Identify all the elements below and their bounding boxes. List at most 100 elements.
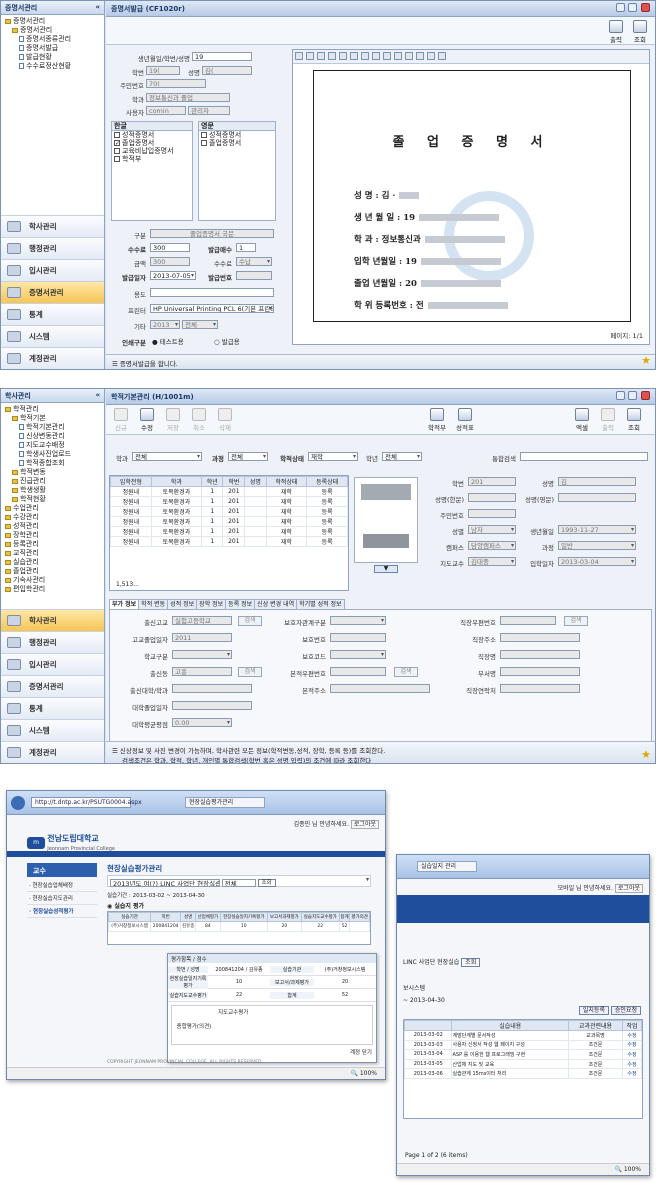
printer-select[interactable]: HP Universal Printing PCL 6(기본 프린터 [150, 304, 274, 313]
status-select[interactable]: 전체 [221, 878, 256, 887]
tree-item[interactable]: 학적현황 [5, 495, 100, 504]
form-field[interactable] [500, 616, 556, 625]
tree-item[interactable]: 실습관리 [5, 558, 100, 567]
issue-date-picker[interactable]: 2013-07-05 [150, 271, 196, 280]
table-row[interactable]: 정원내 토목환경과 1 201 재학 등록 [110, 506, 348, 517]
minimize-button[interactable] [616, 3, 625, 12]
print-icon[interactable] [306, 52, 314, 60]
tree-item[interactable]: 학적종합조회 [5, 459, 100, 468]
tree-item[interactable]: 학적기본 [5, 414, 100, 423]
tree-item[interactable]: 증명서관리 [5, 17, 100, 26]
detail-field[interactable]: 남자 [468, 525, 516, 534]
tree-item[interactable]: 수강관리 [5, 513, 100, 522]
nav-item[interactable]: 학사관리 [1, 609, 104, 631]
tree-item[interactable]: 기숙사관리 [5, 576, 100, 585]
toolbar-button[interactable]: 수정 [136, 408, 158, 432]
restore-button[interactable] [628, 391, 637, 400]
detail-field[interactable]: 1993-11-27 [558, 525, 636, 534]
unified-search-input[interactable] [520, 452, 648, 461]
back-icon[interactable] [11, 796, 25, 810]
tab-7[interactable]: 학기별 성적 정보 [296, 599, 345, 609]
next-page-icon[interactable] [372, 52, 380, 60]
logout-button[interactable]: 로그아웃 [350, 820, 379, 829]
cert-checkbox[interactable]: 성적증명서 [112, 131, 192, 139]
dept-filter-select[interactable]: 전체 [132, 452, 202, 461]
tree-item[interactable]: 학적변동 [5, 468, 100, 477]
last-page-icon[interactable] [383, 52, 391, 60]
form-field[interactable] [172, 650, 232, 659]
cert-checkbox[interactable]: ✓ 졸업증명서 [112, 139, 192, 147]
form-field[interactable] [330, 684, 430, 693]
tree-item[interactable]: 진급관리 [5, 477, 100, 486]
nav-item[interactable]: 입시관리 [1, 259, 104, 281]
first-page-icon[interactable] [350, 52, 358, 60]
grid-column-header[interactable]: 입학전형 [110, 476, 152, 487]
cert-checkbox[interactable]: 학적부 [112, 155, 192, 163]
tree-item[interactable]: 편입학관리 [5, 585, 100, 594]
form-field[interactable] [172, 684, 252, 693]
form-field[interactable]: 실험고등학교 [172, 616, 232, 625]
tree-item[interactable]: 증명서종류관리 [5, 35, 100, 44]
search-button[interactable]: 검색 [564, 616, 588, 626]
form-field[interactable] [500, 667, 580, 676]
register-journal-button[interactable]: 일지등록 [578, 1006, 609, 1015]
excel-icon[interactable] [405, 52, 413, 60]
toolbar-button[interactable]: 저장 [162, 408, 184, 432]
search-button[interactable]: 조회 [257, 879, 276, 887]
nav-item[interactable]: 증명서관리 [1, 675, 104, 697]
form-field[interactable]: 0.00 [172, 718, 232, 727]
nav-item[interactable]: 증명서관리 [1, 281, 104, 303]
favorite-star-icon[interactable]: ★ [641, 354, 651, 367]
eval-tab[interactable]: ◉ 실습지 평가 [107, 901, 144, 910]
tab-2[interactable]: 학적 변동 [138, 599, 169, 609]
form-field[interactable] [330, 650, 386, 659]
nav-item[interactable]: 학사관리 [1, 215, 104, 237]
tree-item[interactable]: 학생사진업로드 [5, 450, 100, 459]
request-approval-button[interactable]: 승인요청 [610, 1006, 641, 1015]
tree-item[interactable]: 지도교수배정 [5, 441, 100, 450]
favorite-star-icon[interactable]: ★ [641, 748, 651, 761]
tab-5[interactable]: 등록 정보 [225, 599, 256, 609]
close-button[interactable] [641, 391, 650, 400]
form-field[interactable] [500, 650, 580, 659]
cert-checkbox[interactable]: 졸업증명서 [199, 139, 275, 147]
photo-toggle-button[interactable]: ▼ [374, 565, 398, 573]
zoom-icon[interactable]: 🔍 [614, 1166, 623, 1173]
table-row[interactable]: 2013-03-04 ASP 를 이용한 웹 프로그래밍 구현 조건문 수정 [403, 1049, 643, 1060]
side-menu-item[interactable]: · 현장실습지도관리 [27, 892, 97, 905]
nav-item[interactable]: 행정관리 [1, 237, 104, 259]
page-icon[interactable] [295, 52, 303, 60]
toolbar-button[interactable]: 성적표 [454, 408, 476, 432]
tree-item[interactable]: 증명서발급 [5, 44, 100, 53]
search-button[interactable]: 검색 [238, 616, 262, 626]
copies-stepper[interactable]: 1 [236, 243, 256, 252]
collapse-icon[interactable]: « [95, 3, 100, 11]
nav-item[interactable]: 시스템 [1, 325, 104, 347]
opinion-text[interactable]: 지도교수평가 [218, 1008, 248, 1016]
print-mode-test-radio[interactable]: ● 테스트용 [152, 336, 184, 346]
status-filter-select[interactable]: 재학 [308, 452, 358, 461]
find-icon[interactable] [317, 52, 325, 60]
nav-item[interactable]: 시스템 [1, 719, 104, 741]
form-field[interactable]: 2011 [172, 633, 232, 642]
nav-item[interactable]: 통계 [1, 303, 104, 325]
grid-column-header[interactable]: 등록상태 [306, 476, 348, 487]
tab-4[interactable]: 장학 정보 [196, 599, 227, 609]
tree-item[interactable]: 수업관리 [5, 504, 100, 513]
prev-page-icon[interactable] [361, 52, 369, 60]
tree-item[interactable]: 발급현황 [5, 53, 100, 62]
toolbar-button[interactable]: 삭제 [214, 408, 236, 432]
tree-item[interactable]: 학적관리 [5, 405, 100, 414]
grid-column-header[interactable]: 성명 [244, 476, 267, 487]
tree-item[interactable]: 장학관리 [5, 531, 100, 540]
side-menu-item[interactable]: · 현장실습성적평가 [27, 905, 97, 918]
nav-item[interactable]: 계정관리 [1, 347, 104, 369]
grid-column-header[interactable]: 학번 [222, 476, 246, 487]
table-row[interactable]: (주)거창정보시스템 200841204 김유종 84 10 20 22 52 [107, 921, 370, 932]
detail-field[interactable]: 2013-03-04 [558, 557, 636, 566]
search-button[interactable]: 검색 [238, 667, 262, 677]
form-field[interactable] [330, 633, 386, 642]
table-row[interactable]: 2013-03-03 사용자 신청서 작성 웹 페이지 구성 조건문 수정 [403, 1039, 643, 1051]
term-select[interactable]: LINC 사업단 현장실습 [403, 959, 459, 966]
tree-item[interactable]: 교직관리 [5, 549, 100, 558]
